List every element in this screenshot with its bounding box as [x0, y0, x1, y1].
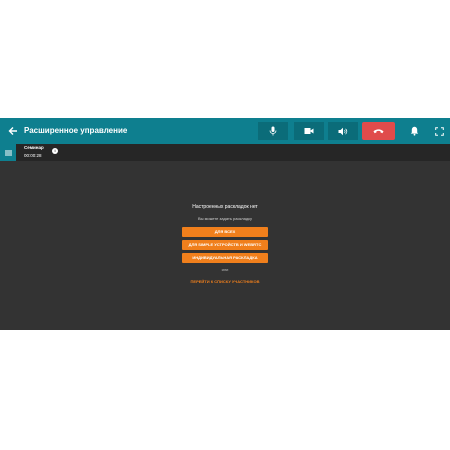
list-icon [4, 150, 12, 156]
video-camera-icon [304, 127, 314, 135]
conference-bar: Семинар 00:00:28 i [0, 144, 450, 161]
notifications-button[interactable] [403, 122, 425, 140]
conference-timer: 00:00:28 [24, 153, 42, 158]
camera-button[interactable] [294, 122, 324, 140]
arrow-left-icon [8, 126, 18, 136]
microphone-button[interactable] [258, 122, 288, 140]
page-title: Расширенное управление [24, 126, 128, 135]
top-bar: Расширенное управление [0, 118, 450, 144]
hangup-button[interactable] [362, 122, 395, 140]
conference-app: Расширенное управление Семинар 00:00:28 … [0, 118, 450, 330]
participants-list-link[interactable]: ПЕРЕЙТИ К СПИСКУ УЧАСТНИКОВ [0, 279, 450, 284]
fullscreen-icon [434, 126, 444, 136]
bell-icon [410, 126, 419, 136]
layout-empty-state: Настроенных раскладок нет Вы можете зада… [0, 161, 450, 330]
back-button[interactable] [4, 122, 22, 140]
empty-state-title: Настроенных раскладок нет [192, 204, 258, 210]
or-separator: или [221, 267, 229, 272]
phone-hangup-icon [373, 128, 384, 134]
menu-button[interactable] [0, 144, 16, 161]
info-icon[interactable]: i [52, 148, 58, 154]
microphone-icon [269, 126, 277, 136]
individual-layout-button[interactable]: индивидуальная раскладка [182, 253, 268, 263]
speaker-icon [338, 127, 348, 136]
layout-for-simple-devices-button[interactable]: для simple устройств и webrtc [182, 240, 268, 250]
conference-name: Семинар [24, 145, 44, 150]
empty-state-subtitle: Вы можете задать раскладку [198, 216, 252, 221]
fullscreen-button[interactable] [429, 122, 449, 140]
speaker-button[interactable] [328, 122, 358, 140]
layout-for-all-button[interactable]: для всех [182, 227, 268, 237]
